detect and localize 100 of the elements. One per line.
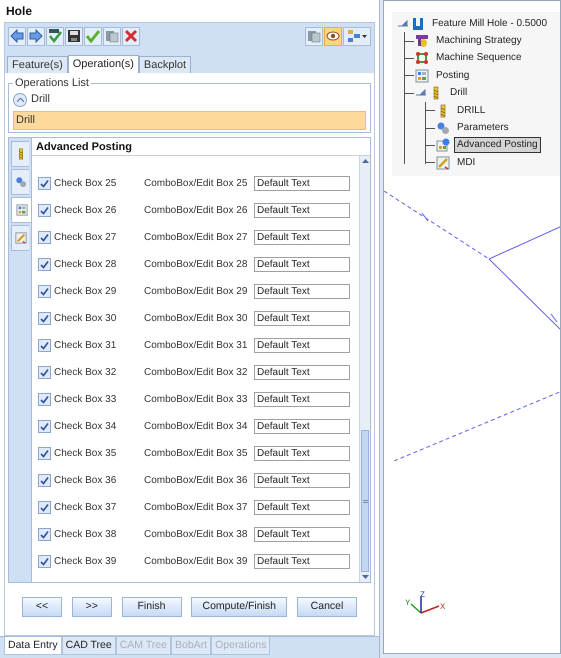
text-field[interactable]: Default Text (254, 392, 350, 407)
text-field[interactable]: Default Text (254, 338, 350, 353)
combo-label: ComboBox/Edit Box 38 (144, 528, 248, 542)
text-field[interactable]: Default Text (254, 230, 350, 245)
tree-item[interactable]: Drill (447, 85, 470, 102)
checkbox-label: Check Box 28 (54, 258, 118, 272)
layout-icon (347, 29, 361, 43)
text-field[interactable]: Default Text (254, 311, 350, 326)
operation-item[interactable]: Drill (13, 110, 366, 130)
expander-icon[interactable] (415, 89, 429, 98)
tree-item[interactable]: Posting (433, 68, 472, 84)
toolbar-button[interactable] (27, 26, 45, 46)
window-title: Hole (5, 3, 34, 20)
tree-item[interactable]: Feature Mill Hole - 0.5000 (429, 16, 550, 32)
checkbox-label: Check Box 25 (54, 177, 118, 191)
checkbox[interactable] (38, 501, 51, 514)
forward-arrow-icon (29, 29, 43, 43)
posting-icon (16, 204, 28, 216)
checkbox[interactable] (38, 528, 51, 541)
scroll-thumb[interactable] (361, 430, 369, 572)
text-field[interactable]: Default Text (254, 257, 350, 272)
strategy-icon (415, 34, 429, 48)
side-tab[interactable] (11, 197, 31, 223)
side-tab[interactable] (11, 225, 29, 251)
tree-item[interactable]: Advanced Posting (454, 137, 541, 154)
action-button[interactable]: << (22, 597, 62, 617)
checkbox[interactable] (38, 231, 51, 244)
viewport[interactable]: Feature Mill Hole - 0.5000 Machining Strategy Machine Sequence Posting Drill DRILL Parameters Advanced Posting MDI Z Y X (383, 0, 561, 654)
axis-label: Y (405, 598, 410, 607)
checkbox[interactable] (38, 366, 51, 379)
text-field[interactable]: Default Text (254, 284, 350, 299)
tree-item[interactable]: MDI (454, 154, 478, 171)
text-field[interactable]: Default Text (254, 473, 350, 488)
action-button[interactable]: >> (72, 597, 112, 617)
scrollbar[interactable] (359, 156, 370, 582)
text-field[interactable]: Default Text (254, 365, 350, 380)
checkbox-label: Check Box 35 (54, 447, 118, 461)
expander-icon[interactable] (397, 20, 411, 28)
all-check-icon (48, 29, 62, 43)
checkbox-label: Check Box 37 (54, 501, 118, 515)
toolbar-button[interactable] (8, 26, 26, 46)
tree-item[interactable]: Machine Sequence (433, 50, 525, 66)
tree-item[interactable]: DRILL (454, 102, 488, 119)
text-field[interactable]: Default Text (254, 500, 350, 515)
text-field[interactable]: Default Text (254, 527, 350, 542)
toolbar-button[interactable] (46, 26, 64, 46)
tree-item[interactable]: Machining Strategy (433, 33, 525, 50)
pencil-sheet-icon (436, 156, 450, 170)
group-label: Drill (31, 92, 50, 108)
tab[interactable]: Backplot (138, 56, 192, 73)
text-field[interactable]: Default Text (254, 554, 350, 569)
combo-label: ComboBox/Edit Box 34 (144, 420, 248, 434)
combo-label: ComboBox/Edit Box 36 (144, 474, 248, 488)
stack-icon (307, 29, 321, 43)
posting-gear-icon (436, 138, 450, 152)
toolbar-button[interactable] (324, 26, 342, 46)
checkbox[interactable] (38, 258, 51, 271)
checkbox-label: Check Box 31 (54, 339, 118, 353)
side-tab[interactable] (11, 169, 29, 195)
close-icon (124, 29, 138, 43)
checkbox[interactable] (38, 285, 51, 298)
collapse-toggle[interactable] (13, 92, 27, 106)
checkbox-label: Check Box 33 (54, 393, 118, 407)
action-button[interactable]: Cancel (297, 597, 357, 617)
text-field[interactable]: Default Text (254, 446, 350, 461)
checkbox[interactable] (38, 339, 51, 352)
group-title: Operations List (14, 76, 90, 91)
checkbox-label: Check Box 38 (54, 528, 118, 542)
text-field[interactable]: Default Text (254, 203, 350, 218)
checkbox[interactable] (38, 393, 51, 406)
combo-label: ComboBox/Edit Box 32 (144, 366, 248, 380)
bottom-tab[interactable]: Data Entry (4, 637, 62, 655)
action-button[interactable]: Compute/Finish (191, 597, 288, 617)
pencil-sheet-icon (14, 232, 26, 244)
combo-label: ComboBox/Edit Box 37 (144, 501, 248, 515)
toolbar-button[interactable] (65, 26, 83, 46)
checkbox-label: Check Box 36 (54, 474, 118, 488)
combo-label: ComboBox/Edit Box 39 (144, 555, 248, 569)
action-button[interactable]: Finish (122, 597, 182, 617)
tab[interactable]: Operation(s) (68, 55, 139, 73)
checkbox[interactable] (38, 447, 51, 460)
checkbox[interactable] (38, 474, 51, 487)
text-field[interactable]: Default Text (254, 176, 350, 191)
tab[interactable]: Feature(s) (7, 56, 68, 73)
checkbox[interactable] (38, 204, 51, 217)
checkbox-label: Check Box 29 (54, 285, 118, 299)
checkbox[interactable] (38, 177, 51, 190)
checkbox[interactable] (38, 420, 51, 433)
stack-icon (105, 29, 119, 43)
bottom-tab[interactable]: CAD Tree (62, 637, 116, 655)
checkbox[interactable] (38, 555, 51, 568)
eye-icon (326, 29, 340, 43)
text-field[interactable]: Default Text (254, 419, 350, 434)
checkbox-label: Check Box 27 (54, 231, 118, 245)
combo-label: ComboBox/Edit Box 31 (144, 339, 248, 353)
chevron-icon (16, 98, 24, 102)
tree-item[interactable]: Parameters (454, 120, 512, 136)
u-channel-icon (411, 16, 425, 31)
side-tab[interactable] (11, 141, 29, 167)
checkbox[interactable] (38, 312, 51, 325)
